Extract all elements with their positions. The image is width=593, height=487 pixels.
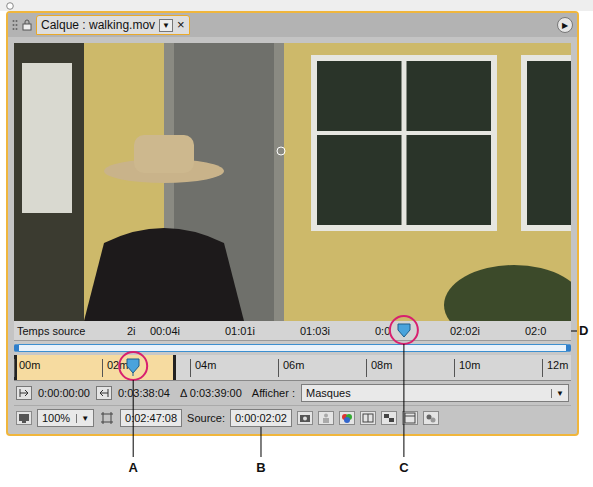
callout-label: B <box>256 460 265 475</box>
ruler-tick: 12m <box>542 359 593 377</box>
video-frame <box>14 43 571 321</box>
set-in-point-icon[interactable] <box>16 386 32 400</box>
grid-icon[interactable] <box>360 411 376 425</box>
zoom-value: 100% <box>42 412 70 424</box>
zoom-dropdown[interactable]: 100% ▼ <box>37 409 94 427</box>
window-circle-icon <box>6 2 14 10</box>
callout-line <box>403 344 404 457</box>
ruler-tick: 2i <box>127 325 150 337</box>
time-navigator[interactable] <box>14 341 571 355</box>
ruler-tick: 02m <box>102 359 190 377</box>
view-dropdown-arrow: ▼ <box>551 389 568 398</box>
tab-title: Calque : walking.mov <box>41 18 155 32</box>
view-label: Afficher : <box>252 387 295 399</box>
ruler-tick: 06m <box>278 359 366 377</box>
ruler-tick: 02:02i <box>450 325 525 337</box>
layer-panel: Calque : walking.mov ▼ × ▶ Temps source2i00:… <box>6 11 579 436</box>
set-out-point-icon[interactable] <box>96 386 112 400</box>
ruler-tick: 01:01i <box>225 325 300 337</box>
footer-row: 100% ▼ 0:02:47:08 Source: 0:00:02:02 <box>14 405 571 430</box>
duration: Δ 0:03:39:00 <box>180 387 242 399</box>
channels-icon[interactable] <box>339 411 355 425</box>
highlight-circle <box>390 316 418 344</box>
view-value: Masques <box>306 387 351 399</box>
highlight-circle <box>119 352 147 380</box>
panel-content: Temps source2i00:04i01:01i01:03i0:002:02… <box>8 37 577 434</box>
callout-overlay <box>0 0 593 487</box>
tab-close-button[interactable]: × <box>177 19 185 31</box>
callout-line <box>260 427 261 457</box>
callout-label: D <box>579 323 588 338</box>
callout-line <box>133 380 134 457</box>
ruler-tick: 08m <box>366 359 454 377</box>
panel-tab[interactable]: Calque : walking.mov ▼ × <box>36 15 190 35</box>
view-dropdown[interactable]: Masques ▼ <box>301 384 569 402</box>
camera-icon[interactable] <box>297 411 313 425</box>
checker-icon[interactable] <box>381 411 397 425</box>
flow-icon[interactable] <box>423 411 439 425</box>
lock-icon[interactable] <box>22 19 32 31</box>
window-top-strip <box>0 0 593 11</box>
source-time-ruler: Temps source2i00:04i01:01i01:03i0:002:02… <box>14 321 571 341</box>
video-frame-picture <box>14 43 571 321</box>
ruler-tick: 00:04i <box>150 325 225 337</box>
callout-label: A <box>128 460 137 475</box>
region-icon[interactable] <box>99 411 115 425</box>
person-icon[interactable] <box>318 411 334 425</box>
ruler-tick: 0:0 <box>375 325 450 337</box>
ruler-tick: 10m <box>454 359 542 377</box>
current-time-field[interactable]: 0:02:47:08 <box>120 409 182 427</box>
ruler-tick: 01:03i <box>300 325 375 337</box>
source-time-field[interactable]: 0:00:02:02 <box>230 409 292 427</box>
panel-menu-button[interactable]: ▶ <box>557 17 573 33</box>
source-label: Source: <box>187 412 225 424</box>
source-time-marker[interactable] <box>397 323 411 338</box>
callout-line <box>571 331 577 332</box>
current-time-marker[interactable] <box>126 358 140 376</box>
controls-row: 0:00:00:00 0:03:38:04 Δ 0:03:39:00 Afficher… <box>14 381 571 405</box>
frame-ruler: 00m02m04m06m08m10m12m <box>14 355 571 381</box>
navigator-track[interactable] <box>14 344 571 352</box>
frame-icon[interactable] <box>402 411 418 425</box>
out-time[interactable]: 0:03:38:04 <box>118 387 170 399</box>
ruler-tick: 04m <box>190 359 278 377</box>
ruler-tick: 00m <box>14 359 102 377</box>
in-time[interactable]: 0:00:00:00 <box>38 387 90 399</box>
zoom-dropdown-arrow: ▼ <box>76 414 93 423</box>
monitor-icon[interactable] <box>16 411 32 425</box>
callout-label: C <box>399 460 408 475</box>
ruler-label: Temps source <box>14 325 127 337</box>
tab-bar: Calque : walking.mov ▼ × ▶ <box>8 13 577 37</box>
grip-icon[interactable] <box>12 19 18 31</box>
tab-menu-button[interactable]: ▼ <box>159 19 173 32</box>
